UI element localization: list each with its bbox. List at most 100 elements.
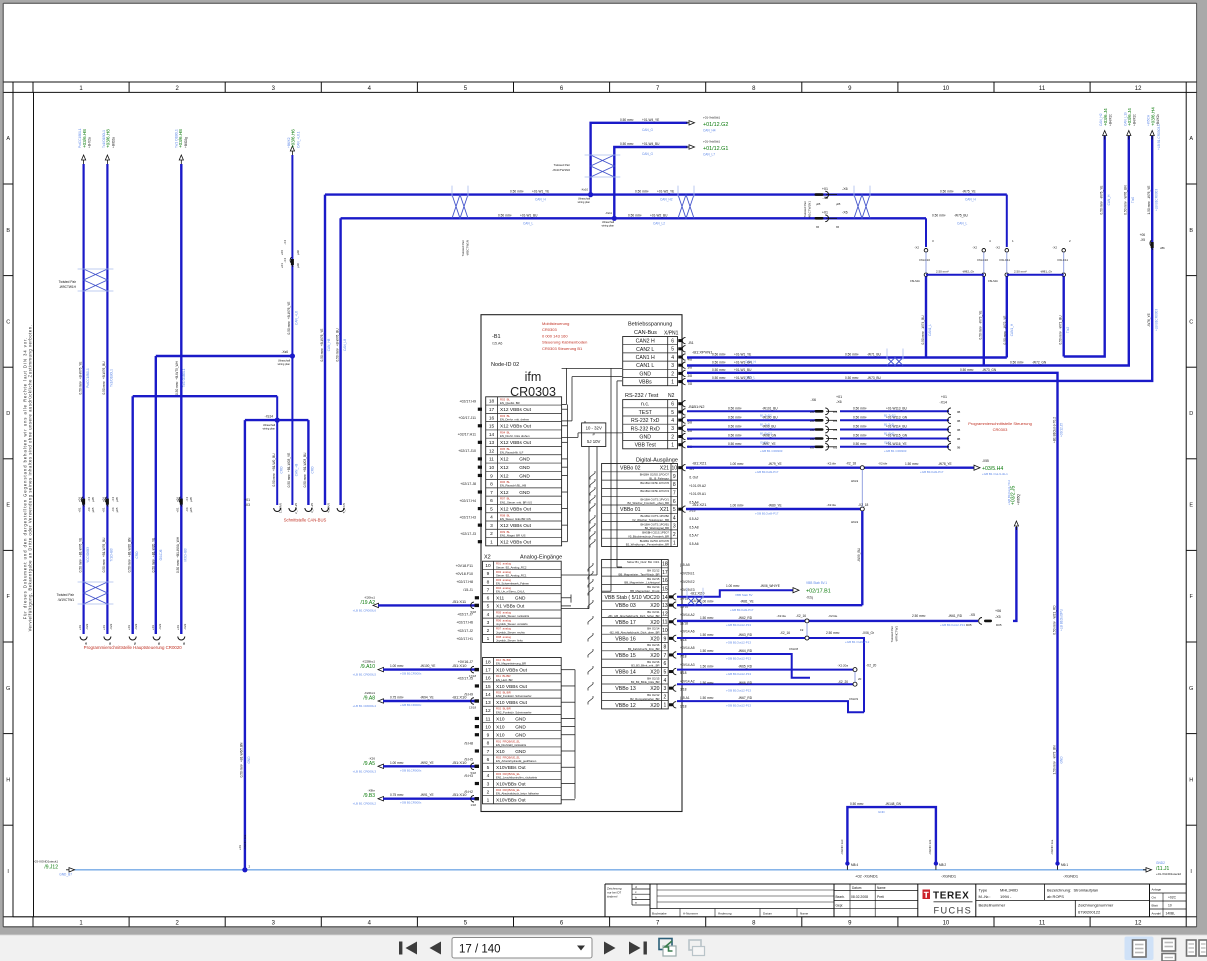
svg-text:x05: x05: [810, 419, 815, 423]
svg-text:-X22: -X22: [158, 623, 162, 630]
svg-text:2: 2: [490, 531, 493, 537]
svg-text:0.50 mm² -W76_YE: 0.50 mm² -W76_YE: [1100, 186, 1104, 215]
svg-text:-X06_Gr: -X06_Gr: [862, 631, 875, 635]
svg-text:1/18: 1/18: [680, 704, 687, 708]
svg-text:6: 6: [487, 596, 490, 602]
svg-text:1.50 mm²: 1.50 mm²: [905, 462, 918, 466]
svg-text:+01: +01: [941, 395, 947, 399]
svg-text:X20: X20: [650, 703, 659, 709]
svg-text:F6LC11: F6LC11: [1000, 258, 1011, 262]
svg-text:VBBo 16: VBBo 16: [615, 636, 636, 642]
svg-text:Joystick_Steuer. links: Joystick_Steuer. links: [496, 638, 523, 642]
svg-text:5: 5: [487, 765, 490, 771]
svg-text:+GB B1Out9-P17: +GB B1Out9-P17: [755, 470, 779, 474]
svg-text:12: 12: [662, 611, 668, 617]
svg-text:EN_Heiz. BR: EN_Heiz. BR: [496, 678, 512, 682]
svg-text:B: B: [1189, 228, 1193, 234]
svg-text:+01/12.G1: +01/12.G1: [703, 146, 728, 152]
svg-text:M.-Nr.:: M.-Nr.:: [979, 894, 991, 899]
svg-text:7: 7: [673, 490, 676, 496]
svg-text:+01-W116_YE: +01-W116_YE: [886, 442, 907, 446]
svg-text:6: 6: [671, 339, 674, 345]
svg-text:+B/O2a: +B/O2a: [111, 137, 115, 148]
svg-text:16: 16: [489, 415, 495, 421]
svg-text:-X4: -X4: [283, 240, 287, 245]
svg-text:CRO: CRO: [135, 551, 139, 559]
svg-text:+W65Q: +W65Q: [1017, 494, 1021, 505]
svg-text:+GB B1Out12-P13: +GB B1Out12-P13: [726, 623, 751, 627]
svg-text:E: E: [1189, 503, 1193, 509]
svg-text:X1 VBBs Out: X1 VBBs Out: [496, 604, 525, 610]
svg-text:2: 2: [673, 532, 676, 538]
svg-text:-X5: -X5: [969, 613, 975, 617]
svg-text:Analog-Eingänge: Analog-Eingänge: [520, 555, 562, 561]
svg-text:17: 17: [662, 570, 668, 576]
svg-text:1.00 mm²: 1.00 mm²: [730, 503, 743, 507]
svg-text:VBBo 03: VBBo 03: [615, 603, 636, 609]
svg-text:0.50 mm² +B1-W6/5.BN: 0.50 mm² +B1-W6/5.BN: [240, 742, 244, 778]
svg-text:Programmierschnittstelle Steue: Programmierschnittstelle Steuerung: [968, 421, 1032, 426]
svg-text:Ort: Ort: [1152, 896, 1156, 900]
svg-text:G: G: [1189, 686, 1193, 692]
svg-text:VBBo 15: VBBo 15: [615, 653, 636, 659]
svg-text:X12 VBBs Out: X12 VBBs Out: [500, 506, 532, 512]
svg-text:+GB B1CR000x: +GB B1CR000x: [400, 768, 422, 772]
svg-text:CAN1_L: CAN1_L: [928, 324, 932, 336]
svg-text:11: 11: [486, 716, 491, 722]
svg-text:+01-Xsb5tb1: +01-Xsb5tb1: [703, 140, 720, 144]
svg-text:7: 7: [490, 490, 493, 496]
svg-text:-W80_YE: -W80_YE: [768, 503, 782, 507]
svg-text:+02/17.B1: +02/17.B1: [806, 589, 831, 595]
svg-text:4: 4: [671, 355, 674, 361]
svg-text:-W73_GN: -W73_GN: [982, 368, 997, 372]
svg-text:11: 11: [489, 457, 494, 463]
svg-text:Betriebsspannung: Betriebsspannung: [628, 322, 672, 328]
svg-text:F6LF8: F6LF8: [789, 647, 798, 651]
svg-text:-X20bc1: -X20bc1: [364, 595, 376, 599]
svg-text:0.50 mm² +B1-W76_BU: 0.50 mm² +B1-W76_BU: [102, 537, 106, 573]
svg-text:Ultraschall: Ultraschall: [263, 423, 276, 427]
svg-text:GND: GND: [639, 435, 651, 441]
svg-text:0.50 mm²: 0.50 mm²: [712, 368, 725, 372]
svg-text:H: H: [6, 777, 10, 783]
svg-text:-W99_BU: -W99_BU: [857, 547, 861, 562]
svg-text:-X2_16: -X2_16: [796, 614, 807, 618]
svg-text:-W9CTW1H: -W9CTW1H: [59, 285, 77, 289]
svg-text:F6LC10: F6LC10: [977, 258, 988, 262]
svg-text:M8:2: M8:2: [939, 863, 946, 867]
svg-text:CAN_H: CAN_H: [965, 198, 977, 202]
svg-text:+LB B1 CR000L6: +LB B1 CR000L6: [353, 608, 377, 612]
svg-text:Ultraschall: Ultraschall: [278, 359, 291, 363]
svg-text:EN2_Funkstör. Scheinwerfer: EN2_Funkstör. Scheinwerfer: [496, 694, 532, 698]
svg-text:+0V18.F10: +0V18.F10: [455, 572, 473, 576]
svg-text:-X2:tile: -X2:tile: [827, 462, 837, 466]
svg-text:2_WH/6: 2_WH/6: [294, 503, 298, 514]
svg-text:Twisted Pair: Twisted Pair: [461, 240, 465, 256]
svg-text:0.50 mm² -W73_YE: 0.50 mm² -W73_YE: [979, 311, 983, 340]
svg-text:2.50 mm²: 2.50 mm²: [936, 270, 949, 274]
svg-text:12: 12: [1135, 86, 1142, 92]
svg-text:-X2:20a: -X2:20a: [837, 664, 848, 668]
svg-text:-XGND 1ca: -XGND 1ca: [243, 834, 247, 850]
svg-text:-W101_BU: -W101_BU: [762, 406, 778, 410]
svg-text:CAN-Bus: CAN-Bus: [634, 330, 657, 336]
svg-text:+0V14.A5: +0V14.A5: [680, 646, 695, 650]
svg-text:CAN_L: CAN_L: [523, 222, 534, 226]
svg-text:Vervielfältigung, Bekanntgabe: Vervielfältigung, Bekanntgabe an Dritte …: [28, 325, 33, 632]
svg-text:+B1 B1Out-9-T0.2: +B1 B1Out-9-T0.2: [1052, 417, 1056, 443]
svg-text:9b: 9b: [182, 641, 186, 645]
svg-text:1994 -: 1994 -: [1000, 894, 1012, 899]
svg-text:-X3: -X3: [245, 503, 250, 507]
svg-text:0.50 mm²: 0.50 mm²: [845, 353, 858, 357]
svg-text:B3_Fahrtdrucht_Drm_BR: B3_Fahrtdrucht_Drm_BR: [628, 647, 660, 651]
svg-text:1.00 mm²: 1.00 mm²: [726, 584, 739, 588]
svg-text:08.02.2008: 08.02.2008: [851, 895, 868, 899]
svg-text:1.00 mm²: 1.00 mm²: [390, 761, 403, 765]
svg-text:+B1_HB_Abschaltdrucht_Dich_höh: +B1_HB_Abschaltdrucht_Dich_höher_BR: [608, 614, 660, 618]
svg-text:Bezeichnung: Stromlaufplan: Bezeichnung: Stromlaufplan: [1047, 888, 1098, 893]
svg-text:+02/17.J3: +02/17.J3: [460, 532, 476, 536]
svg-text:1.50 mm²: 1.50 mm²: [700, 681, 713, 685]
svg-text:-X6: -X6: [822, 196, 828, 200]
svg-text:X12 VBBs Out: X12 VBBs Out: [500, 540, 532, 546]
svg-text:-B1:X10: -B1:X10: [452, 760, 467, 765]
